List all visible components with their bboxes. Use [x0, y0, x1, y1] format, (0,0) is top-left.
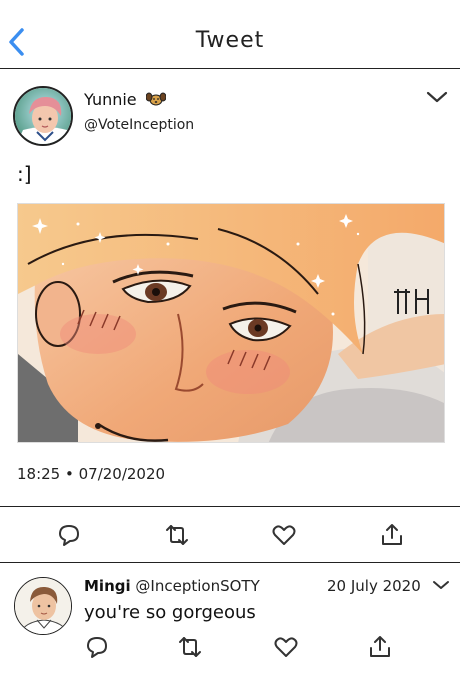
- heart-icon[interactable]: [271, 522, 297, 548]
- dog-face-icon: [146, 92, 166, 106]
- reply-chevron-down-icon[interactable]: [432, 579, 450, 591]
- reply-retweet-icon[interactable]: [177, 634, 203, 660]
- reply-heart-icon[interactable]: [273, 634, 299, 660]
- author-avatar[interactable]: [13, 86, 73, 146]
- page-title: Tweet: [195, 28, 265, 53]
- tweet-text: :]: [17, 162, 32, 186]
- reply-author-handle[interactable]: @InceptionSOTY: [135, 577, 259, 595]
- reply-date: 20 July 2020: [327, 577, 421, 595]
- reply-comment-icon[interactable]: [84, 634, 110, 660]
- author-display-name[interactable]: Yunnie: [84, 90, 137, 109]
- reply-icon[interactable]: [56, 522, 82, 548]
- reply-share-icon[interactable]: [367, 634, 393, 660]
- retweet-icon[interactable]: [164, 522, 190, 548]
- chevron-down-icon[interactable]: [426, 90, 448, 104]
- reply-author-name[interactable]: Mingi: [84, 577, 131, 595]
- share-icon[interactable]: [379, 522, 405, 548]
- reply-text: you're so gorgeous: [84, 602, 256, 623]
- top-bar: Tweet: [0, 0, 460, 69]
- divider: [0, 562, 460, 563]
- tweet-timestamp: 18:25 • 07/20/2020: [17, 465, 166, 483]
- tweet-media-image[interactable]: [17, 203, 445, 443]
- reply-author[interactable]: Mingi @InceptionSOTY: [84, 577, 260, 595]
- author-handle[interactable]: @VoteInception: [84, 117, 194, 133]
- reply-author-avatar[interactable]: [14, 577, 72, 635]
- divider: [0, 506, 460, 507]
